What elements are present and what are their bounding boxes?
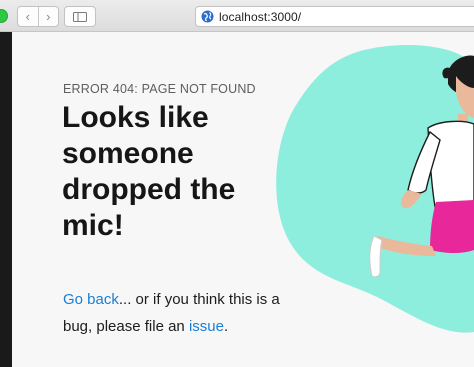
chevron-right-icon: › bbox=[46, 9, 51, 24]
history-nav: ‹ › bbox=[17, 6, 59, 27]
browser-toolbar: ‹ › localhost:3000/ bbox=[0, 0, 474, 32]
page-content: ERROR 404: PAGE NOT FOUND Looks like som… bbox=[12, 32, 474, 367]
sidebar-icon bbox=[73, 11, 87, 22]
window-edge bbox=[0, 32, 12, 367]
go-back-link[interactable]: Go back bbox=[63, 291, 119, 308]
sidebar-toggle-button[interactable] bbox=[64, 6, 96, 27]
address-bar[interactable]: localhost:3000/ bbox=[195, 6, 474, 27]
blouse bbox=[427, 120, 474, 213]
sneaker bbox=[369, 235, 383, 278]
forward-button[interactable]: › bbox=[37, 7, 59, 26]
skirt bbox=[430, 200, 474, 253]
chevron-left-icon: ‹ bbox=[25, 9, 30, 24]
help-text-end: . bbox=[223, 318, 229, 335]
issue-link[interactable]: issue bbox=[189, 318, 224, 335]
page-title: Looks like someone dropped the mic! bbox=[62, 101, 236, 242]
back-button[interactable]: ‹ bbox=[18, 7, 38, 26]
help-message: Go back... or if you think this is a bug… bbox=[63, 286, 293, 340]
error-code: ERROR 404: PAGE NOT FOUND bbox=[63, 82, 256, 96]
url-text: localhost:3000/ bbox=[219, 9, 302, 24]
globe-icon bbox=[201, 10, 214, 23]
window-zoom-button[interactable] bbox=[0, 9, 8, 23]
